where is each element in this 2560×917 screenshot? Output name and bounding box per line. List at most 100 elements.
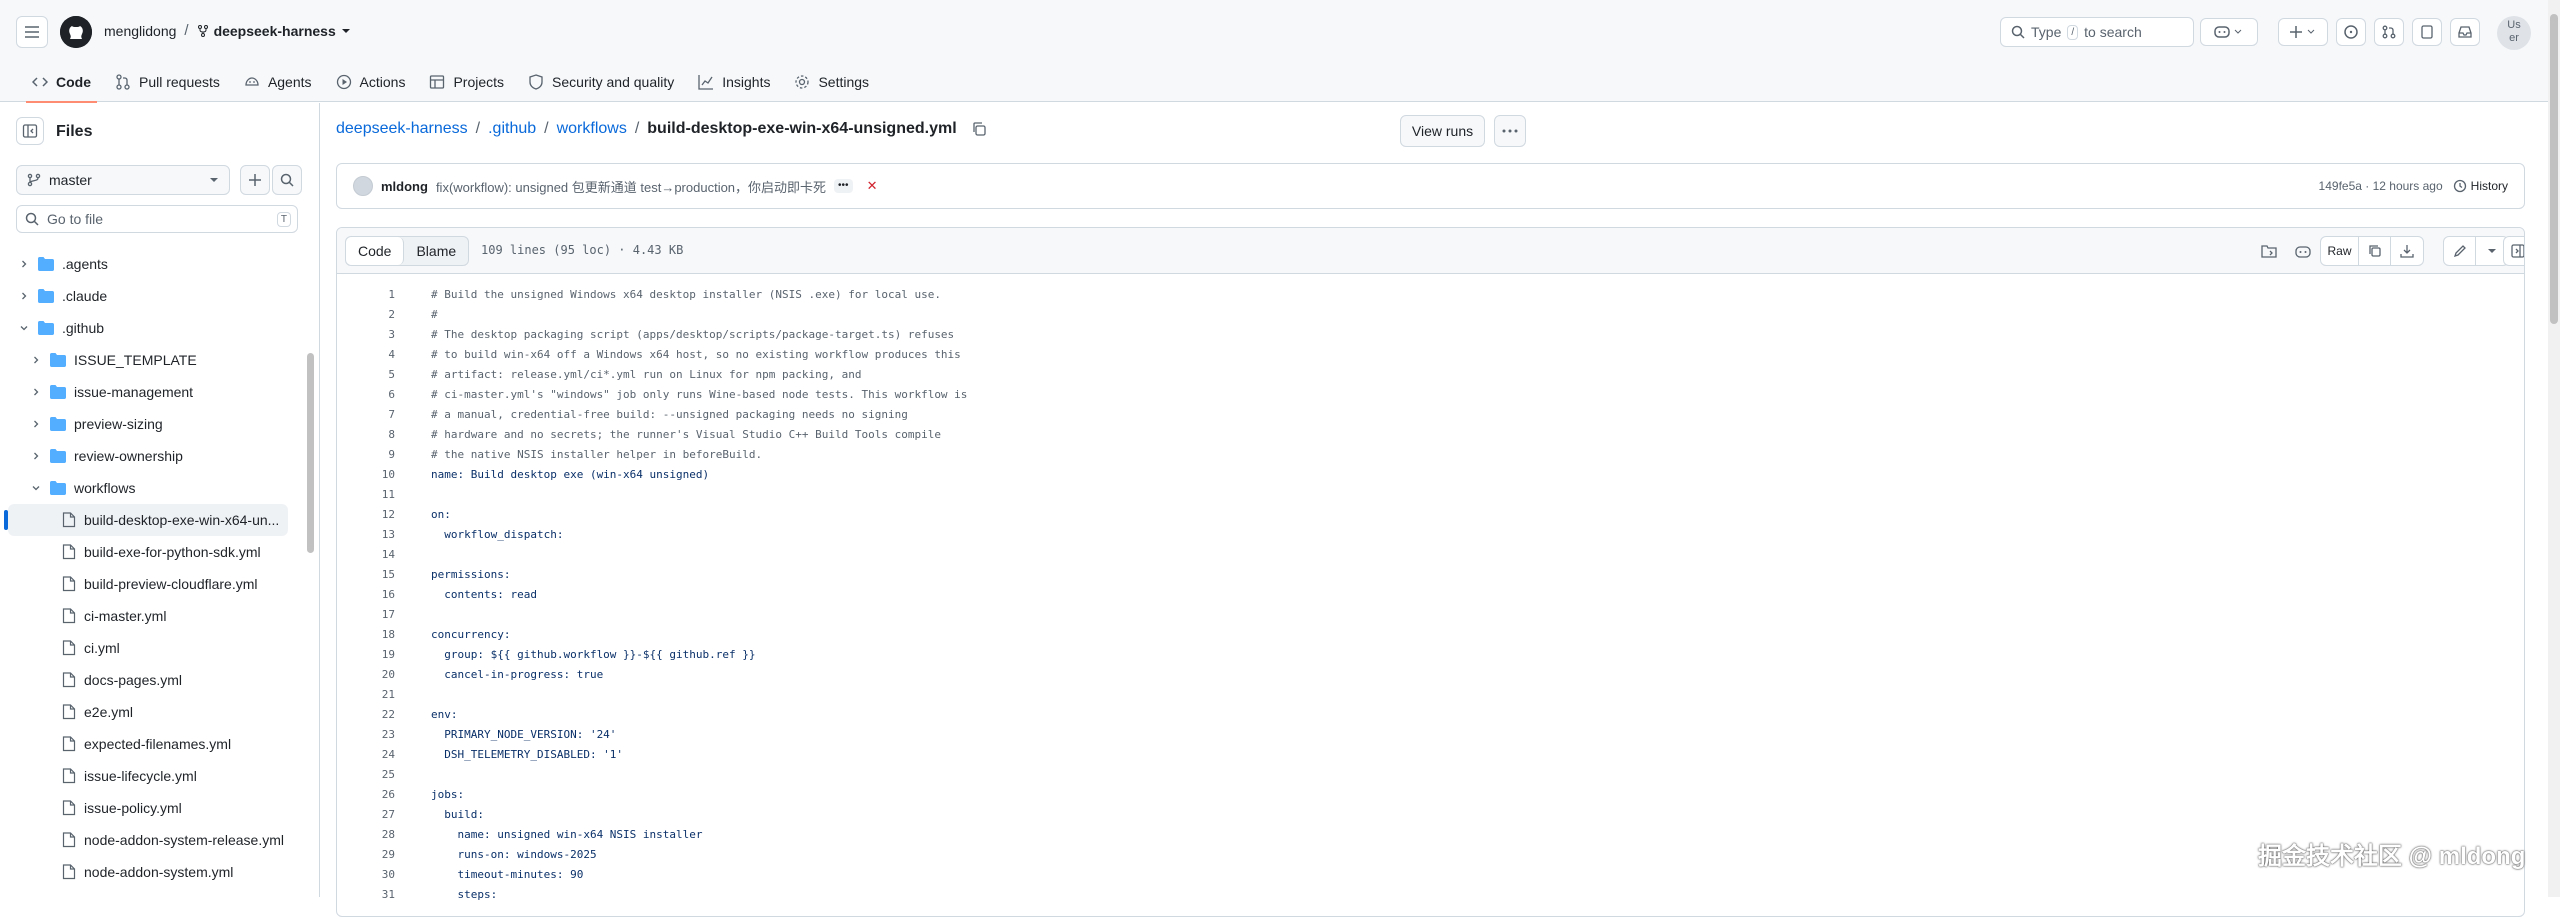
commit-expand-button[interactable]: ••• [834,179,853,193]
tree-file[interactable]: ci-master.yml [0,600,300,632]
line-number[interactable]: 18 [337,628,395,641]
line-number[interactable]: 12 [337,508,395,521]
tree-folder[interactable]: .github [0,312,300,344]
page-scrollbar[interactable] [2548,0,2560,897]
tab-code[interactable]: Code [22,62,101,103]
breadcrumb-workflows-link[interactable]: workflows [557,120,627,138]
tree-folder[interactable]: issue-management [0,376,300,408]
line-number[interactable]: 30 [337,868,395,881]
issues-button[interactable] [2336,18,2366,46]
tree-file[interactable]: build-preview-cloudflare.yml [0,568,300,600]
breadcrumb-github-link[interactable]: .github [488,120,536,138]
chevron-right-icon[interactable] [28,355,44,365]
line-number[interactable]: 16 [337,588,395,601]
line-number[interactable]: 17 [337,608,395,621]
tree-file[interactable]: issue-policy.yml [0,792,300,824]
line-number[interactable]: 15 [337,568,395,581]
chevron-right-icon[interactable] [16,259,32,269]
tree-file[interactable]: build-desktop-exe-win-x64-un... [4,504,288,536]
edit-file-button[interactable] [2444,237,2476,265]
chevron-right-icon[interactable] [28,419,44,429]
commit-sha-time[interactable]: 149fe5a · 12 hours ago [2319,179,2443,193]
tree-file[interactable]: ci.yml [0,632,300,664]
line-number[interactable]: 22 [337,708,395,721]
search-files-button[interactable] [272,165,302,195]
tree-file[interactable]: node-addon-system-release.yml [0,824,300,856]
search-input[interactable]: Type / to search [2000,17,2194,47]
owner-link[interactable]: menglidong [104,23,176,39]
chevron-right-icon[interactable] [16,291,32,301]
line-number[interactable]: 28 [337,828,395,841]
add-file-button[interactable] [240,165,270,195]
line-number[interactable]: 14 [337,548,395,561]
line-number[interactable]: 7 [337,408,395,421]
copy-icon[interactable] [971,121,987,137]
branch-selector[interactable]: master [16,165,230,195]
code-view-tab[interactable]: Code [346,237,405,265]
tree-folder[interactable]: review-ownership [0,440,300,472]
line-number[interactable]: 31 [337,888,395,901]
repositories-button[interactable] [2412,18,2442,46]
menu-button[interactable] [16,16,48,48]
line-number[interactable]: 21 [337,688,395,701]
view-runs-button[interactable]: View runs [1400,115,1485,147]
copilot-chat-button[interactable] [2287,236,2319,266]
line-number[interactable]: 13 [337,528,395,541]
page-scrollbar-thumb[interactable] [2550,14,2558,324]
breadcrumb-repo-link[interactable]: deepseek-harness [336,120,468,138]
tab-settings[interactable]: Settings [784,62,879,102]
commit-message[interactable]: fix(workflow): unsigned 包更新通道 test→produ… [436,177,826,196]
tree-file[interactable]: expected-filenames.yml [0,728,300,760]
line-number[interactable]: 23 [337,728,395,741]
inbox-button[interactable] [2450,18,2480,46]
chevron-down-icon[interactable] [16,323,32,333]
tree-folder[interactable]: workflows [0,472,300,504]
tab-projects[interactable]: Projects [419,62,514,102]
raw-button[interactable]: Raw [2321,237,2359,265]
collapse-sidebar-button[interactable] [16,117,44,145]
line-number[interactable]: 2 [337,308,395,321]
tab-actions[interactable]: Actions [326,62,416,102]
copy-raw-button[interactable] [2359,237,2391,265]
more-options-button[interactable] [1494,115,1526,147]
line-number[interactable]: 1 [337,288,395,301]
tab-agents[interactable]: Agents [234,62,322,102]
sidebar-scrollbar[interactable] [307,353,314,553]
check-failed-icon[interactable]: ✕ [867,178,878,194]
chevron-right-icon[interactable] [28,387,44,397]
create-new-button[interactable] [2278,18,2328,46]
line-number[interactable]: 27 [337,808,395,821]
repo-link[interactable]: deepseek-harness [197,23,351,39]
tree-folder[interactable]: ISSUE_TEMPLATE [0,344,300,376]
tab-pull-requests[interactable]: Pull requests [105,62,230,102]
blame-view-tab[interactable]: Blame [404,237,468,265]
go-to-file-input[interactable]: Go to file T [16,205,298,233]
line-number[interactable]: 10 [337,468,395,481]
tree-folder[interactable]: preview-sizing [0,408,300,440]
symbols-button[interactable] [2253,236,2285,266]
line-number[interactable]: 9 [337,448,395,461]
tree-folder[interactable]: .agents [0,248,300,280]
tree-file[interactable]: node-addon-system.yml [0,856,300,888]
copilot-button[interactable] [2200,18,2258,46]
pull-requests-button[interactable] [2374,18,2404,46]
line-number[interactable]: 26 [337,788,395,801]
line-number[interactable]: 5 [337,368,395,381]
chevron-right-icon[interactable] [28,451,44,461]
line-number[interactable]: 4 [337,348,395,361]
tree-file[interactable]: build-exe-for-python-sdk.yml [0,536,300,568]
user-avatar[interactable]: Us er [2497,16,2531,50]
tree-file[interactable]: docs-pages.yml [0,664,300,696]
line-number[interactable]: 20 [337,668,395,681]
tab-insights[interactable]: Insights [688,62,780,102]
commit-author[interactable]: mldong [381,179,428,194]
tab-security[interactable]: Security and quality [518,62,684,102]
line-number[interactable]: 6 [337,388,395,401]
commit-author-avatar[interactable] [353,176,373,196]
tree-file[interactable]: issue-lifecycle.yml [0,760,300,792]
line-number[interactable]: 29 [337,848,395,861]
tree-file[interactable]: e2e.yml [0,696,300,728]
github-logo-icon[interactable] [60,16,92,48]
line-number[interactable]: 24 [337,748,395,761]
line-number[interactable]: 11 [337,488,395,501]
